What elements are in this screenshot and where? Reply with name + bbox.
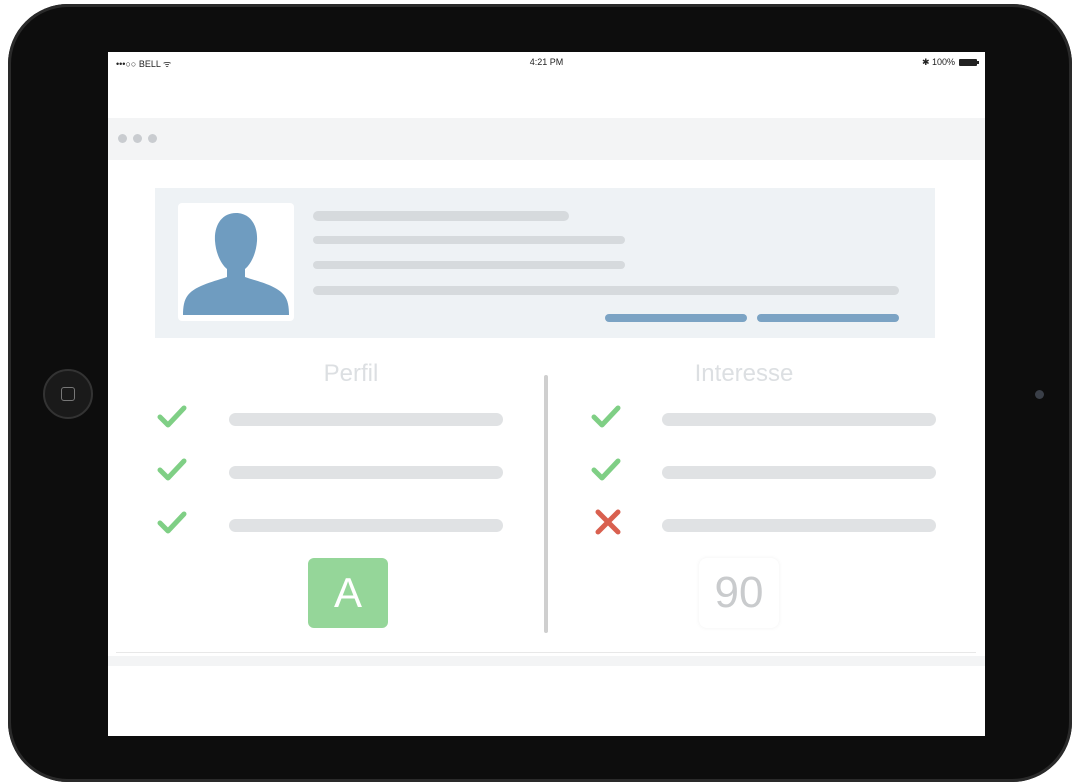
window-toolbar [108, 118, 985, 160]
window-dot-icon[interactable] [118, 134, 127, 143]
perfil-grade-badge: A [308, 558, 388, 628]
home-square-icon [61, 387, 75, 401]
status-bar: •••○○ BELL ᯤ 4:21 PM ✱ 100% [108, 52, 985, 72]
placeholder-line [313, 211, 569, 221]
avatar[interactable] [178, 203, 294, 321]
placeholder-line [313, 261, 625, 269]
profile-card [155, 188, 935, 338]
check-icon [157, 405, 187, 428]
camera-icon [1035, 390, 1044, 399]
main-panel: Perfil A Interesse 90 [116, 160, 976, 652]
user-silhouette-icon [183, 213, 289, 315]
perfil-title: Perfil [323, 360, 379, 387]
check-icon [591, 458, 621, 481]
check-icon [157, 458, 187, 481]
status-time: 4:21 PM [529, 57, 564, 67]
perfil-item-line [229, 466, 503, 479]
check-icon [157, 511, 187, 534]
tablet-screen: •••○○ BELL ᯤ 4:21 PM ✱ 100% Perfil A Int… [108, 52, 985, 736]
window-controls [118, 134, 157, 143]
panel-footer-strip [108, 656, 985, 666]
cross-icon [595, 509, 621, 535]
battery-icon [959, 59, 979, 66]
action-link-bar[interactable] [757, 314, 899, 322]
interesse-title: Interesse [694, 360, 794, 387]
action-link-bar[interactable] [605, 314, 747, 322]
interesse-item-line [662, 413, 936, 426]
window-dot-icon[interactable] [148, 134, 157, 143]
placeholder-line [313, 286, 899, 295]
battery-status: ✱ 100% [921, 57, 979, 68]
battery-label: ✱ 100% [921, 57, 955, 67]
interesse-score-badge: 90 [699, 558, 779, 628]
perfil-item-line [229, 413, 503, 426]
interesse-item-line [662, 519, 936, 532]
column-divider [544, 375, 548, 633]
placeholder-line [313, 236, 625, 244]
window-dot-icon[interactable] [133, 134, 142, 143]
perfil-item-line [229, 519, 503, 532]
check-icon [591, 405, 621, 428]
interesse-item-line [662, 466, 936, 479]
home-button[interactable] [43, 369, 93, 419]
